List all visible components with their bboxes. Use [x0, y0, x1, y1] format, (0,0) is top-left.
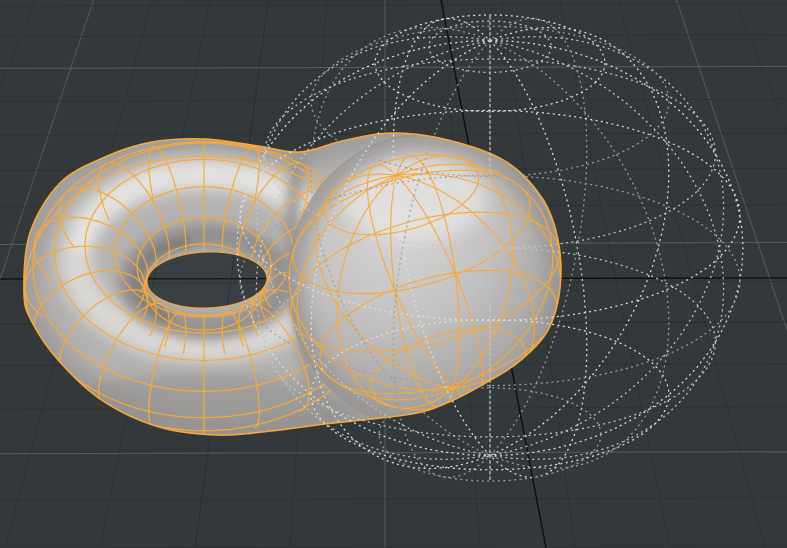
viewport-canvas[interactable]: [0, 0, 787, 548]
3d-viewport[interactable]: [0, 0, 787, 548]
blend-mesh[interactable]: [0, 0, 787, 548]
